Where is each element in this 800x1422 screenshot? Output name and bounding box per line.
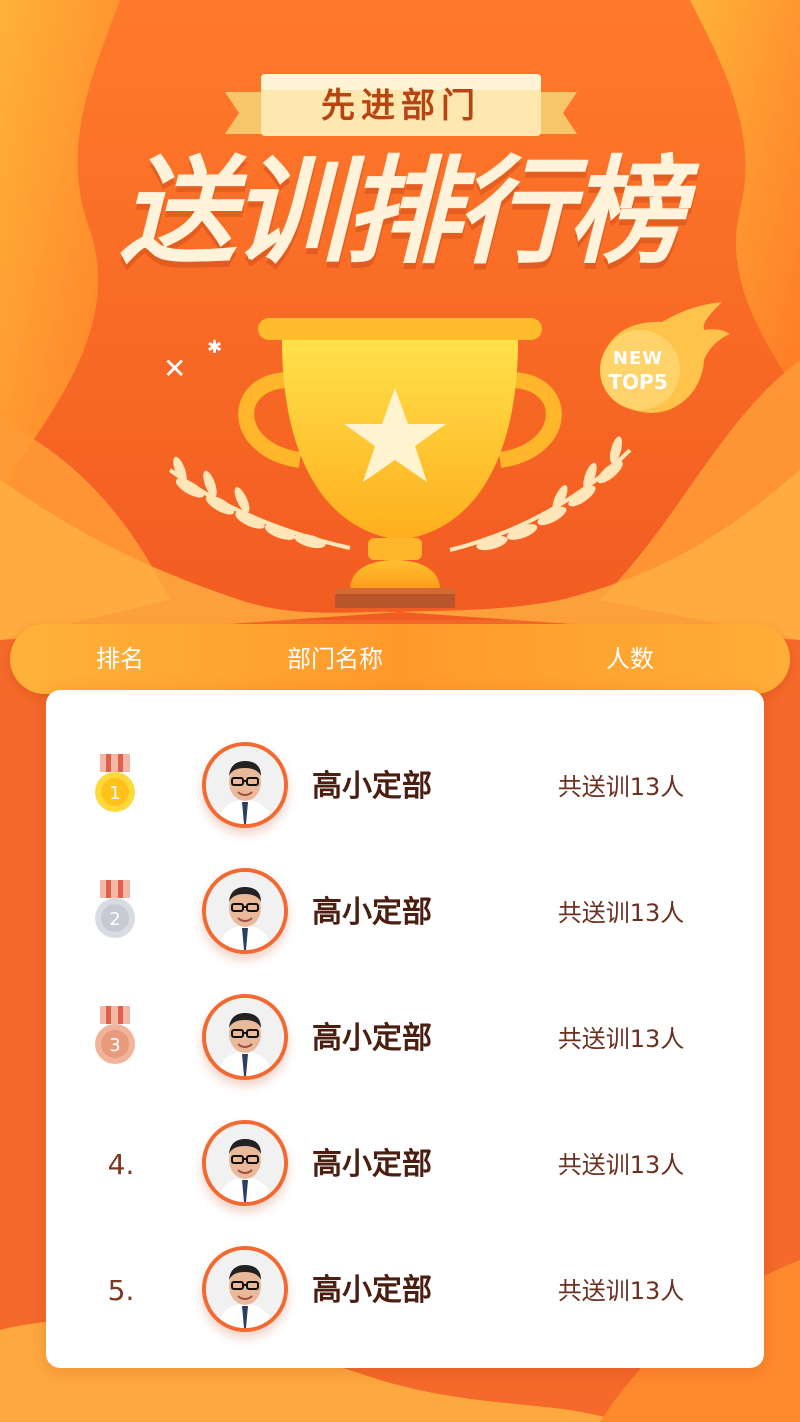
ranking-card: 1 高小定部 共送训13人 2 高小定部 共送训13人 3 高小定部 共送训13… (46, 690, 764, 1368)
dept-name: 高小定部 (312, 1273, 432, 1308)
leaderboard-page: 先进部门 送训排行榜 ✕ ✱ NEW TOP5 排名 部门名称 人数 1 高小定… (0, 0, 800, 1422)
avatar (202, 742, 288, 828)
avatar (202, 1120, 288, 1206)
sparkle-star-icon: ✱ (207, 337, 223, 358)
bronze-medal-icon: 3 (95, 1006, 135, 1064)
trainee-count: 共送训13人 (557, 773, 685, 801)
dept-name: 高小定部 (312, 895, 432, 930)
sparkle-x-icon: ✕ (163, 352, 187, 385)
list-item[interactable]: 4. 高小定部 共送训13人 (46, 1110, 764, 1220)
rank-number: 5. (107, 1274, 135, 1307)
trophy-icon (168, 318, 632, 608)
table-header: 排名 部门名称 人数 (10, 624, 790, 694)
dept-name: 高小定部 (312, 1147, 432, 1182)
svg-text:3: 3 (109, 1035, 120, 1056)
dept-name: 高小定部 (312, 769, 432, 804)
list-item[interactable]: 1 高小定部 共送训13人 (46, 732, 764, 842)
list-item[interactable]: 2 高小定部 共送训13人 (46, 858, 764, 968)
trainee-count: 共送训13人 (557, 1151, 685, 1179)
avatar (202, 994, 288, 1080)
svg-text:1: 1 (109, 783, 120, 804)
list-item[interactable]: 3 高小定部 共送训13人 (46, 984, 764, 1094)
ribbon-title: 先进部门 (321, 86, 481, 126)
dept-name: 高小定部 (312, 1021, 432, 1056)
list-item[interactable]: 5. 高小定部 共送训13人 (46, 1236, 764, 1346)
header-dept: 部门名称 (287, 645, 383, 673)
avatar-photo (206, 998, 284, 1076)
trainee-count: 共送训13人 (557, 1277, 685, 1305)
gold-medal-icon: 1 (95, 754, 135, 812)
page-title: 送训排行榜 (120, 145, 684, 280)
rank-number: 4. (107, 1148, 135, 1181)
svg-text:2: 2 (109, 909, 120, 930)
avatar-photo (206, 1124, 284, 1202)
badge-new-label: NEW (612, 348, 664, 369)
header-count: 人数 (606, 645, 654, 673)
trainee-count: 共送训13人 (557, 899, 685, 927)
avatar (202, 868, 288, 954)
silver-medal-icon: 2 (95, 880, 135, 938)
avatar-photo (206, 1250, 284, 1328)
avatar (202, 1246, 288, 1332)
avatar-photo (206, 746, 284, 824)
trainee-count: 共送训13人 (557, 1025, 685, 1053)
badge-top-label: TOP5 (608, 370, 668, 394)
header-rank: 排名 (96, 645, 144, 673)
avatar-photo (206, 872, 284, 950)
